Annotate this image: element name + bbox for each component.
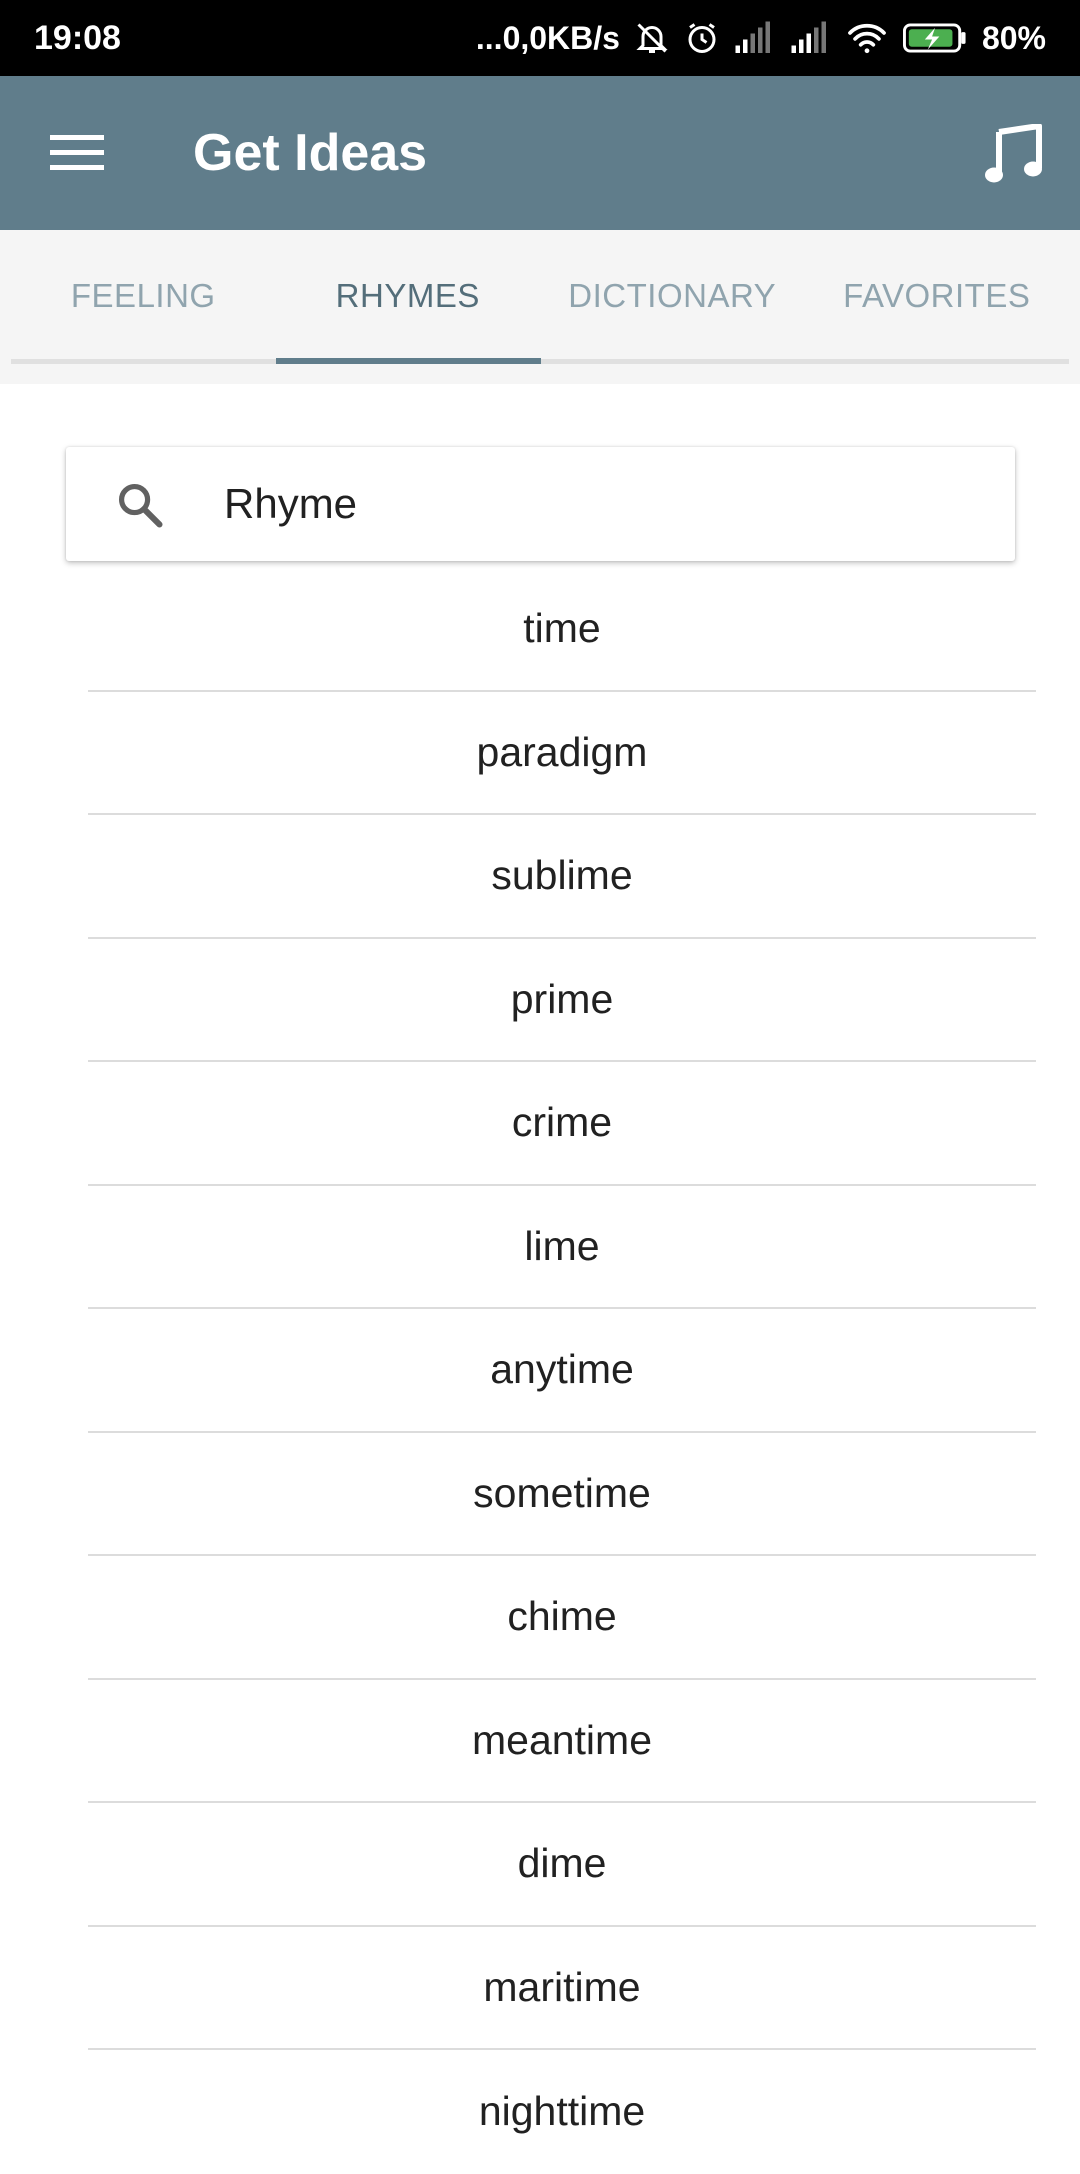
wifi-icon bbox=[846, 21, 888, 55]
search-box bbox=[66, 447, 1015, 561]
tab-bar: FEELING RHYMES DICTIONARY FAVORITES bbox=[0, 230, 1080, 384]
tab-rhymes[interactable]: RHYMES bbox=[276, 230, 541, 362]
status-time: 19:08 bbox=[34, 18, 121, 57]
list-item[interactable]: lime bbox=[88, 1186, 1036, 1309]
tab-indicator bbox=[276, 358, 541, 364]
list-item[interactable]: prime bbox=[88, 939, 1036, 1062]
search-input[interactable] bbox=[216, 447, 976, 561]
list-item[interactable]: sometime bbox=[88, 1433, 1036, 1556]
hamburger-menu-icon bbox=[50, 135, 104, 170]
search-icon bbox=[118, 483, 163, 528]
list-item[interactable]: anytime bbox=[88, 1309, 1036, 1433]
mute-bell-icon bbox=[634, 20, 670, 56]
signal-icon-2 bbox=[790, 21, 832, 55]
list-item[interactable]: paradigm bbox=[88, 692, 1036, 815]
music-note-icon bbox=[985, 124, 1042, 183]
rhyme-list: time paradigm sublime prime crime lime a… bbox=[88, 568, 1036, 2174]
menu-button[interactable] bbox=[38, 118, 116, 188]
status-icons: ...0,0KB/s 80% bbox=[476, 20, 1046, 57]
list-item[interactable]: meantime bbox=[88, 1680, 1036, 1803]
status-bar: 19:08 ...0,0KB/s 80% bbox=[0, 0, 1080, 76]
list-item[interactable]: maritime bbox=[88, 1927, 1036, 2050]
tab-dictionary[interactable]: DICTIONARY bbox=[540, 230, 805, 362]
list-item[interactable]: crime bbox=[88, 1062, 1036, 1186]
app-bar: Get Ideas bbox=[0, 76, 1080, 230]
list-item[interactable]: time bbox=[88, 568, 1036, 692]
alarm-icon bbox=[684, 20, 720, 56]
signal-icon-1 bbox=[734, 21, 776, 55]
list-item[interactable]: dime bbox=[88, 1803, 1036, 1927]
tabs: FEELING RHYMES DICTIONARY FAVORITES bbox=[11, 230, 1069, 362]
list-item[interactable]: chime bbox=[88, 1556, 1036, 1680]
music-button[interactable] bbox=[972, 116, 1056, 192]
battery-level: 80% bbox=[981, 19, 1046, 56]
tab-favorites[interactable]: FAVORITES bbox=[805, 230, 1070, 362]
tab-feeling[interactable]: FEELING bbox=[11, 230, 276, 362]
list-item[interactable]: nighttime bbox=[88, 2050, 1036, 2174]
page-title: Get Ideas bbox=[193, 124, 428, 182]
list-item[interactable]: sublime bbox=[88, 815, 1036, 939]
battery-charging-icon bbox=[902, 22, 968, 54]
network-speed: ...0,0KB/s bbox=[475, 19, 620, 56]
